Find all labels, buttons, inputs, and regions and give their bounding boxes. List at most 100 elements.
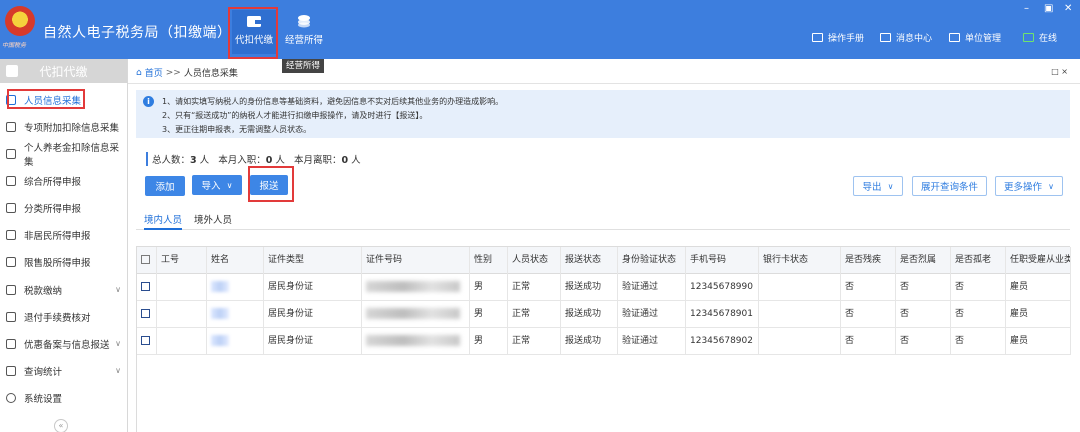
expand-query-button[interactable]: 展开查询条件 xyxy=(912,176,987,196)
table-header: 工号 姓名 证件类型 证件号码 性别 人员状态 报送状态 身份验证状态 手机号码… xyxy=(137,247,1071,274)
sidebar-item-non-resident[interactable]: 非居民所得申报 xyxy=(0,222,128,248)
chart-icon xyxy=(6,257,16,267)
row-checkbox[interactable] xyxy=(141,336,150,345)
left-count: 0 xyxy=(341,155,349,166)
sidebar-item-settings[interactable]: 系统设置 xyxy=(0,385,128,411)
notice-line: 2、只有“报送成功”的纳税人才能进行扣缴申报操作，请及时进行【报送】。 xyxy=(162,111,428,120)
notice-panel: i 1、请如实填写纳税人的身份信息等基础资料，避免因信息不实对后续其他业务的办理… xyxy=(136,90,1070,138)
restore-button[interactable]: ▣ xyxy=(1044,3,1053,14)
chevron-down-icon: ∨ xyxy=(887,181,894,191)
breadcrumb-current: 人员信息采集 xyxy=(183,69,238,79)
row-checkbox[interactable] xyxy=(141,282,150,291)
chevron-down-icon: ∨ xyxy=(115,366,121,375)
nav-tile-business-income[interactable]: 经营所得 xyxy=(282,10,326,54)
select-all-checkbox[interactable] xyxy=(141,255,150,264)
import-button[interactable]: 导入 ∨ xyxy=(192,175,242,195)
col-header: 证件类型 xyxy=(264,247,362,274)
name-cell xyxy=(207,328,264,355)
chevron-down-icon: ∨ xyxy=(1048,181,1054,191)
user-foreign-icon xyxy=(6,230,16,240)
home-icon[interactable]: ⌂ xyxy=(136,68,142,78)
message-center-link[interactable]: 消息中心 xyxy=(880,31,932,44)
notice-line: 1、请如实填写纳税人的身份信息等基础资料，避免因信息不实对后续其他业务的办理造成… xyxy=(162,97,504,106)
export-button[interactable]: 导出 ∨ xyxy=(853,176,903,196)
nav-tile-label: 经营所得 xyxy=(284,35,323,46)
sidebar-item-preferential[interactable]: 优惠备案与信息报送 ∨ xyxy=(0,331,128,357)
col-header: 证件号码 xyxy=(362,247,470,274)
id-number-cell xyxy=(362,274,470,301)
gift-icon xyxy=(6,339,16,349)
list-icon xyxy=(6,122,16,132)
org-management-link[interactable]: 单位管理 xyxy=(949,31,1001,44)
more-actions-button[interactable]: 更多操作 ∨ xyxy=(995,176,1063,196)
table-row[interactable]: 居民身份证 男 正常 报送成功 验证通过 12345678901 否 否 否 雇… xyxy=(137,301,1071,328)
sidebar-item-refund-check[interactable]: 退付手续费核对 xyxy=(0,304,128,330)
breadcrumb-home[interactable]: 首页 xyxy=(145,66,163,79)
col-header: 手机号码 xyxy=(686,247,759,274)
manual-icon xyxy=(812,33,823,42)
check-doc-icon xyxy=(6,312,16,322)
monitor-icon xyxy=(1023,33,1034,42)
col-header: 性别 xyxy=(470,247,508,274)
total-count: 3 xyxy=(190,155,197,166)
tab-window-controls[interactable]: □ × xyxy=(1051,67,1068,76)
name-cell xyxy=(207,301,264,328)
redacted-name xyxy=(211,335,229,346)
building-icon xyxy=(949,33,960,42)
minimize-button[interactable]: – xyxy=(1024,3,1029,14)
col-header: 工号 xyxy=(157,247,207,274)
sidebar-item-query-stats[interactable]: 查询统计 ∨ xyxy=(0,358,128,384)
tax-icon xyxy=(6,285,16,295)
sidebar-item-special-deduction[interactable]: 专项附加扣除信息采集 xyxy=(0,114,128,140)
top-bar: 中国税务 自然人电子税务局（扣缴端） 代扣代缴 经营所得 操作手册 消息中心 单… xyxy=(0,0,1080,59)
employee-no-cell xyxy=(157,274,207,301)
redacted-id xyxy=(366,308,460,319)
col-header: 银行卡状态 xyxy=(759,247,841,274)
mail-icon xyxy=(880,33,891,42)
redacted-id xyxy=(366,281,460,292)
close-window-button[interactable]: ✕ xyxy=(1064,3,1072,14)
emblem-caption: 中国税务 xyxy=(2,42,27,49)
search-list-icon xyxy=(6,366,16,376)
col-header: 姓名 xyxy=(207,247,264,274)
tax-emblem-icon xyxy=(5,6,35,36)
manual-link[interactable]: 操作手册 xyxy=(812,31,864,44)
add-button[interactable]: 添加 xyxy=(145,176,185,196)
online-status[interactable]: 在线 xyxy=(1023,31,1057,44)
redacted-id xyxy=(366,335,460,346)
sidebar-item-classified-income[interactable]: 分类所得申报 xyxy=(0,195,128,221)
col-header: 是否残疾 xyxy=(841,247,896,274)
sidebar-header: 代扣代缴 xyxy=(0,59,127,83)
info-icon: i xyxy=(143,96,154,107)
sidebar-item-restricted-shares[interactable]: 限售股所得申报 xyxy=(0,249,128,275)
breadcrumb-separator: >> xyxy=(165,67,181,78)
chevron-down-icon: ∨ xyxy=(226,180,233,190)
highlight-box-sidebar xyxy=(7,89,85,109)
layers-icon xyxy=(6,176,16,186)
tab-domestic[interactable]: 境内人员 xyxy=(144,212,183,230)
hired-count: 0 xyxy=(265,155,273,166)
col-header: 是否烈属 xyxy=(896,247,951,274)
col-header: 身份验证状态 xyxy=(618,247,686,274)
col-header: 报送状态 xyxy=(561,247,618,274)
id-number-cell xyxy=(362,301,470,328)
row-checkbox[interactable] xyxy=(141,309,150,318)
redacted-name xyxy=(211,308,229,319)
withholding-icon xyxy=(6,65,18,77)
collapse-sidebar-button[interactable]: « xyxy=(54,419,68,432)
sidebar-item-tax-payment[interactable]: 税款缴纳 ∨ xyxy=(0,277,128,303)
sidebar-item-comprehensive-income[interactable]: 综合所得申报 xyxy=(0,168,128,194)
personnel-table: 工号 姓名 证件类型 证件号码 性别 人员状态 报送状态 身份验证状态 手机号码… xyxy=(136,246,1071,432)
tab-overseas[interactable]: 境外人员 xyxy=(194,212,232,230)
notice-line: 3、更正往期申报表，无需调整人员状态。 xyxy=(162,125,312,134)
table-row[interactable]: 居民身份证 男 正常 报送成功 验证通过 12345678990 否 否 否 雇… xyxy=(137,274,1071,301)
table-row[interactable]: 居民身份证 男 正常 报送成功 验证通过 12345678902 否 否 否 雇… xyxy=(137,328,1071,355)
pie-icon xyxy=(6,203,16,213)
sidebar-item-pension[interactable]: 个人养老金扣除信息采集 xyxy=(0,141,128,168)
col-header: 任职受雇从业类 xyxy=(1006,247,1071,274)
employee-no-cell xyxy=(157,328,207,355)
col-header: 是否孤老 xyxy=(951,247,1006,274)
personnel-tabs: 境内人员 境外人员 xyxy=(136,210,1070,230)
highlight-box-tile xyxy=(228,7,278,59)
employee-no-cell xyxy=(157,301,207,328)
